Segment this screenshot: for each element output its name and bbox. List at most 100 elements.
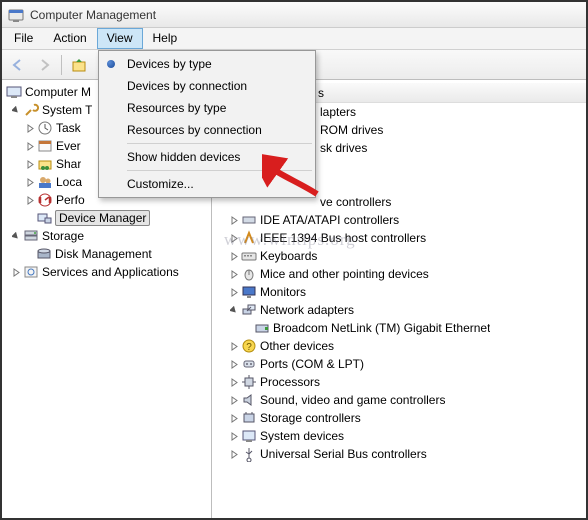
toolbar-sep — [61, 55, 62, 75]
node-broadcom[interactable]: Broadcom NetLink (TM) Gigabit Ethernet — [212, 319, 586, 337]
tree-services-apps[interactable]: Services and Applications — [2, 263, 211, 281]
expander-closed-icon[interactable] — [24, 122, 36, 134]
tree-storage[interactable]: Storage — [2, 227, 211, 245]
node-sound[interactable]: Sound, video and game controllers — [212, 391, 586, 409]
services-icon — [23, 264, 39, 280]
title-bar: Computer Management — [2, 2, 586, 28]
expander-closed-icon[interactable] — [228, 448, 240, 460]
tree-label: Sound, video and game controllers — [260, 393, 445, 407]
expander-closed-icon[interactable] — [10, 266, 22, 278]
event-icon — [37, 138, 53, 154]
view-dropdown: Devices by type Devices by connection Re… — [98, 50, 316, 198]
port-icon — [241, 356, 257, 372]
expander-closed-icon[interactable] — [228, 358, 240, 370]
node-storage-ctrl[interactable]: Storage controllers — [212, 409, 586, 427]
storage-ctrl-icon — [241, 410, 257, 426]
system-device-icon — [241, 428, 257, 444]
tree-label: Loca — [56, 175, 82, 189]
tree-label: System devices — [260, 429, 344, 443]
expander-open-icon[interactable] — [10, 230, 22, 242]
menu-help[interactable]: Help — [143, 28, 188, 49]
tree-device-manager[interactable]: Device Manager — [2, 209, 211, 227]
ide-icon — [241, 212, 257, 228]
node-ieee1394[interactable]: IEEE 1394 Bus host controllers — [212, 229, 586, 247]
tree-label: sk drives — [320, 141, 367, 155]
device-manager-icon — [36, 210, 52, 226]
expander-closed-icon[interactable] — [228, 214, 240, 226]
expander-closed-icon[interactable] — [228, 376, 240, 388]
node-system-devices[interactable]: System devices — [212, 427, 586, 445]
expander-closed-icon[interactable] — [228, 394, 240, 406]
node-ports[interactable]: Ports (COM & LPT) — [212, 355, 586, 373]
expander-closed-icon[interactable] — [228, 268, 240, 280]
menu-view[interactable]: View — [97, 28, 143, 49]
dd-label: Customize... — [127, 177, 194, 191]
tree-label: Disk Management — [55, 247, 152, 261]
node-usb[interactable]: Universal Serial Bus controllers — [212, 445, 586, 463]
tree-label: Storage controllers — [260, 411, 361, 425]
monitor-icon — [241, 284, 257, 300]
node-mice[interactable]: Mice and other pointing devices — [212, 265, 586, 283]
tree-label: Storage — [42, 229, 84, 243]
dd-label: Devices by connection — [127, 79, 247, 93]
tree-label: Ports (COM & LPT) — [260, 357, 364, 371]
dd-label: Devices by type — [127, 57, 212, 71]
sound-icon — [241, 392, 257, 408]
menu-file[interactable]: File — [4, 28, 43, 49]
dd-devices-by-connection[interactable]: Devices by connection — [101, 75, 313, 97]
menu-bar: File Action View Help — [2, 28, 586, 50]
tree-label: ROM drives — [320, 123, 383, 137]
dd-resources-by-connection[interactable]: Resources by connection — [101, 119, 313, 141]
tree-label: Shar — [56, 157, 81, 171]
node-network-adapters[interactable]: Network adapters — [212, 301, 586, 319]
tree-label: IEEE 1394 Bus host controllers — [260, 231, 426, 245]
tree-label: Network adapters — [260, 303, 354, 317]
cpu-icon — [241, 374, 257, 390]
node-monitors[interactable]: Monitors — [212, 283, 586, 301]
expander-closed-icon[interactable] — [228, 430, 240, 442]
expander-closed-icon[interactable] — [228, 232, 240, 244]
expander-open-icon[interactable] — [228, 304, 240, 316]
network-icon — [241, 302, 257, 318]
dd-resources-by-type[interactable]: Resources by type — [101, 97, 313, 119]
expander-closed-icon[interactable] — [24, 176, 36, 188]
dd-devices-by-type[interactable]: Devices by type — [101, 53, 313, 75]
expander-closed-icon[interactable] — [24, 140, 36, 152]
tree-label: Task — [56, 121, 81, 135]
menu-action[interactable]: Action — [43, 28, 96, 49]
expander-closed-icon[interactable] — [228, 340, 240, 352]
node-other-devices[interactable]: ? Other devices — [212, 337, 586, 355]
usb-icon — [241, 446, 257, 462]
dd-label: Show hidden devices — [127, 150, 240, 164]
tree-label: lapters — [320, 105, 356, 119]
node-processors[interactable]: Processors — [212, 373, 586, 391]
up-button[interactable] — [67, 53, 91, 77]
computer-icon — [6, 84, 22, 100]
expander-closed-icon[interactable] — [228, 286, 240, 298]
expander-closed-icon[interactable] — [24, 194, 36, 206]
dd-customize[interactable]: Customize... — [101, 173, 313, 195]
dd-label: Resources by type — [127, 101, 226, 115]
node-ide[interactable]: IDE ATA/ATAPI controllers — [212, 211, 586, 229]
tree-label: Ever — [56, 139, 81, 153]
expander-open-icon[interactable] — [10, 104, 22, 116]
tree-disk-mgmt[interactable]: Disk Management — [2, 245, 211, 263]
tree-root-label: Computer M — [25, 85, 91, 99]
tree-label: Perfo — [56, 193, 85, 207]
expander-closed-icon[interactable] — [24, 158, 36, 170]
expander-closed-icon[interactable] — [228, 412, 240, 424]
dd-separator — [127, 170, 312, 171]
clock-icon — [37, 120, 53, 136]
tree-label: Other devices — [260, 339, 334, 353]
col-header-label: s — [318, 86, 324, 100]
node-keyboards[interactable]: Keyboards — [212, 247, 586, 265]
svg-text:?: ? — [246, 342, 252, 353]
expander-closed-icon[interactable] — [228, 250, 240, 262]
back-button[interactable] — [6, 53, 30, 77]
dd-show-hidden[interactable]: Show hidden devices — [101, 146, 313, 168]
forward-button[interactable] — [32, 53, 56, 77]
nic-icon — [254, 320, 270, 336]
tree-label: ve controllers — [320, 195, 391, 209]
tree-label: Broadcom NetLink (TM) Gigabit Ethernet — [273, 321, 490, 335]
tree-label: Keyboards — [260, 249, 317, 263]
